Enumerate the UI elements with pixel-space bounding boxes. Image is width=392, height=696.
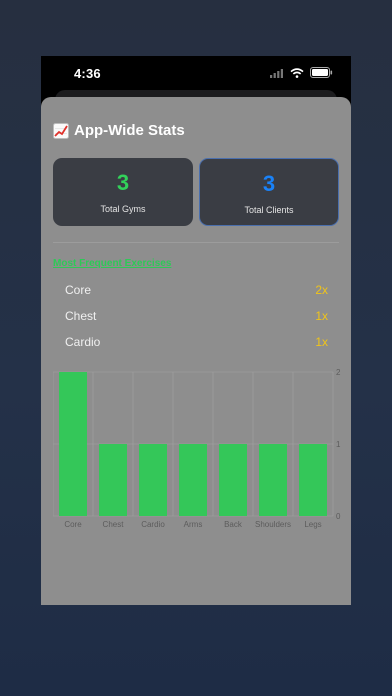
- x-tick-label: Arms: [184, 520, 203, 529]
- x-tick-label: Back: [224, 520, 243, 529]
- bar-core: [59, 372, 87, 516]
- status-icons: [270, 67, 333, 78]
- status-bar: 4:36: [41, 56, 351, 92]
- bar-chest: [99, 444, 127, 516]
- total-clients-card[interactable]: 3 Total Clients: [199, 158, 339, 226]
- total-clients-value: 3: [262, 171, 276, 196]
- y-tick-label: 2: [336, 368, 341, 377]
- status-time: 4:36: [74, 66, 101, 81]
- total-gyms-card[interactable]: 3 Total Gyms: [53, 158, 193, 226]
- bar-arms: [179, 444, 207, 516]
- sheet-title: App-Wide Stats: [53, 122, 185, 139]
- exercise-count: 2x: [315, 283, 328, 297]
- cellular-signal-icon: [270, 68, 283, 78]
- exercise-name: Chest: [65, 309, 97, 323]
- x-tick-label: Core: [64, 520, 82, 529]
- section-divider: [53, 242, 339, 243]
- exercise-count: 1x: [315, 309, 328, 323]
- exercise-row: Cardio 1x: [65, 335, 328, 351]
- exercise-name: Cardio: [65, 335, 101, 349]
- bar-back: [219, 444, 247, 516]
- total-clients-label: Total Clients: [244, 205, 294, 215]
- x-tick-label: Chest: [103, 520, 125, 529]
- phone-screen: 4:36 App-Wide Stats 3 Total Gyms 3 Total…: [41, 56, 351, 605]
- exercise-row: Chest 1x: [65, 309, 328, 325]
- battery-icon: [310, 67, 333, 78]
- section-title: Most Frequent Exercises: [53, 258, 172, 269]
- wifi-icon: [290, 67, 304, 78]
- bar-shoulders: [259, 444, 287, 516]
- exercise-count: 1x: [315, 335, 328, 349]
- exercise-row: Core 2x: [65, 283, 328, 299]
- y-tick-label: 0: [336, 512, 341, 521]
- x-tick-label: Shoulders: [255, 520, 291, 529]
- exercise-name: Core: [65, 283, 92, 297]
- bar-cardio: [139, 444, 167, 516]
- x-tick-label: Cardio: [141, 520, 165, 529]
- stats-sheet: App-Wide Stats 3 Total Gyms 3 Total Clie…: [41, 97, 351, 605]
- total-gyms-value: 3: [116, 170, 130, 195]
- x-tick-label: Legs: [304, 520, 321, 529]
- bar-legs: [299, 444, 327, 516]
- exercise-frequency-chart: 0 1 2 Core Chest Cardio Arms Back Shoulders Legs: [53, 368, 341, 529]
- total-gyms-label: Total Gyms: [100, 204, 146, 214]
- chart-increasing-icon: [53, 122, 69, 139]
- sheet-title-text: App-Wide Stats: [74, 122, 185, 139]
- y-tick-label: 1: [336, 440, 341, 449]
